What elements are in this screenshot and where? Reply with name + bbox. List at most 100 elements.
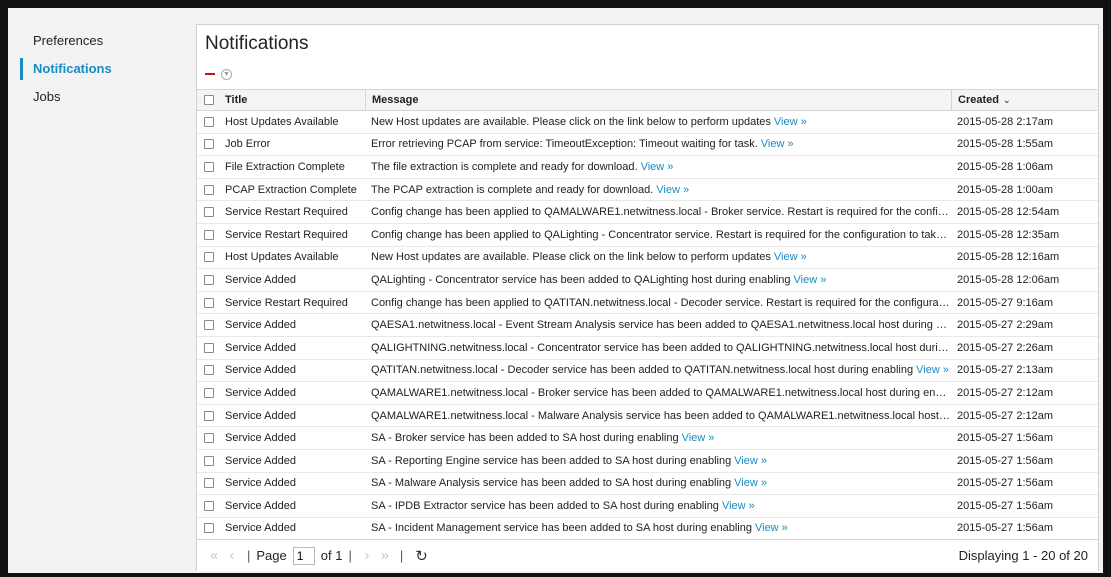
row-checkbox[interactable] <box>204 229 214 240</box>
row-title: File Extraction Complete <box>225 160 345 173</box>
row-checkbox[interactable] <box>204 252 214 263</box>
table-row[interactable]: Service Added QATITAN.netwitness.local - … <box>197 360 1098 383</box>
row-message: QALIGHTNING.netwitness.local - Concentra… <box>371 341 951 354</box>
row-checkbox-cell <box>197 247 219 269</box>
column-header-message[interactable]: Message <box>365 90 951 110</box>
row-checkbox[interactable] <box>204 455 214 466</box>
first-page-icon[interactable]: « <box>205 547 223 564</box>
window-frame-top <box>0 0 1111 8</box>
table-row[interactable]: Host Updates Available New Host updates a… <box>197 111 1098 134</box>
view-link[interactable]: View » <box>734 455 767 467</box>
refresh-icon[interactable]: ↻ <box>415 547 428 565</box>
column-header-created[interactable]: Created ⌄ <box>951 90 1098 110</box>
view-link[interactable]: View » <box>755 522 788 534</box>
row-created: 2015-05-28 12:16am <box>957 251 1060 264</box>
row-message-cell: Config change has been applied to QALigh… <box>365 224 951 246</box>
view-link[interactable]: View » <box>641 161 674 173</box>
view-link[interactable]: View » <box>682 432 715 444</box>
table-row[interactable]: Service Added QALIGHTNING.netwitness.loca… <box>197 337 1098 360</box>
table-row[interactable]: Service Restart Required Config change ha… <box>197 292 1098 315</box>
table-row[interactable]: Service Added SA - Broker service has bee… <box>197 427 1098 450</box>
row-checkbox[interactable] <box>204 523 214 534</box>
select-all-checkbox[interactable] <box>204 95 214 105</box>
row-checkbox-cell <box>197 382 219 404</box>
view-link[interactable]: View » <box>774 116 807 128</box>
row-message-cell: Config change has been applied to QATITA… <box>365 292 951 314</box>
row-checkbox[interactable] <box>204 116 214 127</box>
sort-descending-icon: ⌄ <box>1002 94 1011 105</box>
view-link[interactable]: View » <box>734 477 767 489</box>
row-created: 2015-05-27 1:56am <box>957 499 1054 512</box>
row-checkbox[interactable] <box>204 365 214 376</box>
row-checkbox[interactable] <box>204 387 214 398</box>
row-checkbox[interactable] <box>204 184 214 195</box>
page-number-input[interactable] <box>292 546 315 565</box>
next-page-icon[interactable]: › <box>358 547 376 564</box>
sidebar-item-notifications[interactable]: Notifications <box>20 58 190 86</box>
row-message: Config change has been applied to QATITA… <box>371 296 951 309</box>
row-checkbox[interactable] <box>204 478 214 489</box>
row-message-cell: New Host updates are available. Please c… <box>365 247 951 269</box>
table-row[interactable]: Service Added SA - Malware Analysis servi… <box>197 473 1098 496</box>
sidebar-item-jobs[interactable]: Jobs <box>20 86 190 114</box>
row-checkbox[interactable] <box>204 320 214 331</box>
view-link[interactable]: View » <box>761 138 794 150</box>
row-created: 2015-05-28 12:06am <box>957 273 1060 286</box>
select-all-checkbox-cell <box>197 90 219 110</box>
row-checkbox[interactable] <box>204 207 214 218</box>
row-checkbox[interactable] <box>204 500 214 511</box>
row-checkbox-cell <box>197 314 219 336</box>
table-row[interactable]: Service Added QALighting - Concentrator s… <box>197 269 1098 292</box>
table-body: Host Updates Available New Host updates a… <box>197 111 1098 539</box>
table-row[interactable]: Job Error Error retrieving PCAP from serv… <box>197 134 1098 157</box>
table-row[interactable]: Service Added QAESA1.netwitness.local - E… <box>197 314 1098 337</box>
table-row[interactable]: PCAP Extraction Complete The PCAP extract… <box>197 179 1098 202</box>
view-link[interactable]: View » <box>722 500 755 512</box>
view-link[interactable]: View » <box>794 274 827 286</box>
row-checkbox[interactable] <box>204 161 214 172</box>
row-message-cell: SA - Reporting Engine service has been a… <box>365 450 951 472</box>
row-checkbox-cell <box>197 179 219 201</box>
table-row[interactable]: Service Added QAMALWARE1.netwitness.local… <box>197 405 1098 428</box>
row-created: 2015-05-28 1:00am <box>957 183 1054 196</box>
row-created: 2015-05-27 2:26am <box>957 341 1054 354</box>
view-link[interactable]: View » <box>916 364 949 376</box>
table-row[interactable]: Service Added SA - IPDB Extractor service… <box>197 495 1098 518</box>
window-frame-right <box>1103 0 1111 577</box>
previous-page-icon[interactable]: ‹ <box>223 547 241 564</box>
table-row[interactable]: Service Restart Required Config change ha… <box>197 201 1098 224</box>
row-title: Service Added <box>225 454 296 467</box>
row-message: QAESA1.netwitness.local - Event Stream A… <box>371 319 951 332</box>
notifications-panel: Notifications ▼ Title Message Created ⌄ … <box>196 24 1099 571</box>
table-row[interactable]: Service Added SA - Reporting Engine servi… <box>197 450 1098 473</box>
row-checkbox[interactable] <box>204 139 214 150</box>
table-row[interactable]: Host Updates Available New Host updates a… <box>197 247 1098 270</box>
table-row[interactable]: File Extraction Complete The file extract… <box>197 156 1098 179</box>
last-page-icon[interactable]: » <box>376 547 394 564</box>
row-checkbox[interactable] <box>204 274 214 285</box>
table-row[interactable]: Service Added QAMALWARE1.netwitness.local… <box>197 382 1098 405</box>
delete-icon[interactable] <box>205 73 215 75</box>
row-checkbox[interactable] <box>204 433 214 444</box>
row-title: Host Updates Available <box>225 115 339 128</box>
row-created: 2015-05-27 1:56am <box>957 477 1054 490</box>
row-message-cell: QAESA1.netwitness.local - Event Stream A… <box>365 314 951 336</box>
chevron-down-icon[interactable]: ▼ <box>221 68 232 80</box>
row-checkbox-cell <box>197 111 219 133</box>
row-created: 2015-05-27 9:16am <box>957 296 1054 309</box>
column-header-created-label: Created <box>958 94 999 106</box>
row-checkbox[interactable] <box>204 410 214 421</box>
view-link[interactable]: View » <box>656 184 689 196</box>
sidebar-item-preferences[interactable]: Preferences <box>20 30 190 58</box>
view-link[interactable]: View » <box>774 251 807 263</box>
row-checkbox[interactable] <box>204 297 214 308</box>
row-checkbox[interactable] <box>204 342 214 353</box>
column-header-title[interactable]: Title <box>219 90 365 110</box>
row-title: Service Restart Required <box>225 228 348 241</box>
row-message: Config change has been applied to QALigh… <box>371 228 951 241</box>
table-row[interactable]: Service Restart Required Config change ha… <box>197 224 1098 247</box>
row-title: Service Restart Required <box>225 206 348 219</box>
table-row[interactable]: Service Added SA - Incident Management se… <box>197 518 1098 539</box>
row-checkbox-cell <box>197 156 219 178</box>
panel-toolbar: ▼ <box>205 67 232 81</box>
